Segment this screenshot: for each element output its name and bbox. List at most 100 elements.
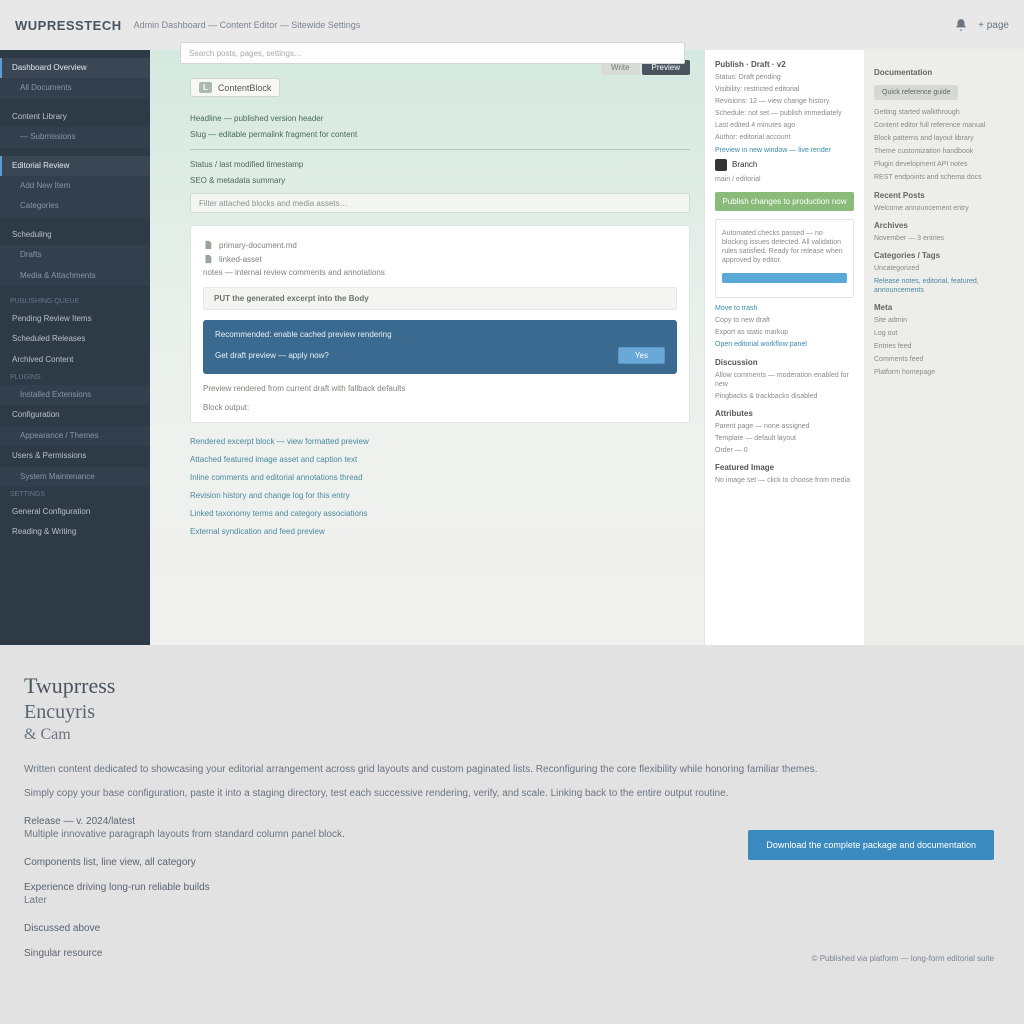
content-link[interactable]: Attached featured image asset and captio… <box>190 455 690 464</box>
right-line[interactable]: Welcome announcement entry <box>874 204 1014 213</box>
sidebar-item[interactable]: Add New Item <box>0 176 150 196</box>
right-line[interactable]: November — 3 entries <box>874 234 1014 243</box>
panel-line: Pingbacks & trackbacks disabled <box>715 392 854 401</box>
content-link[interactable]: Inline comments and editorial annotation… <box>190 473 690 482</box>
preview-note: Block output: <box>203 403 677 412</box>
hero-h2: Encuyris <box>24 701 1000 724</box>
panel-line: main / editorial <box>715 175 854 184</box>
sidebar-item[interactable]: Editorial Review <box>0 156 150 176</box>
right-line[interactable]: REST endpoints and schema docs <box>874 173 1014 182</box>
sidebar-item[interactable]: All Documents <box>0 78 150 98</box>
sidebar-item[interactable]: Reading & Writing <box>0 522 150 542</box>
panel-line: Revisions: 12 — view change history <box>715 97 854 106</box>
panel-link[interactable]: Open editorial workflow panel <box>715 340 854 349</box>
suggestion-line1: Recommended: enable cached preview rende… <box>215 330 665 339</box>
branch-icon <box>715 159 727 171</box>
sidebar-item[interactable]: Content Library <box>0 107 150 127</box>
card-row[interactable]: linked-asset <box>219 255 262 264</box>
preview-note: Preview rendered from current draft with… <box>203 384 677 393</box>
panel-link[interactable]: Move to trash <box>715 304 854 313</box>
field-line: SEO & metadata summary <box>190 176 690 185</box>
right-head: Meta <box>874 303 1014 312</box>
panel-line[interactable]: Copy to new draft <box>715 316 854 325</box>
breadcrumb: Admin Dashboard — Content Editor — Sitew… <box>134 20 955 30</box>
panel-line: Author: editorial account <box>715 133 854 142</box>
sidebar-item[interactable]: Pending Review Items <box>0 309 150 329</box>
card-row[interactable]: primary-document.md <box>219 241 297 250</box>
panel-line: Status: Draft pending <box>715 73 854 82</box>
title-text: ContentBlock <box>218 83 272 93</box>
panel-head: Featured Image <box>715 463 854 472</box>
filter-input[interactable]: Filter attached blocks and media assets… <box>190 193 690 213</box>
bell-icon[interactable] <box>954 18 968 32</box>
right-line[interactable]: Site admin <box>874 316 1014 325</box>
sidebar-item[interactable]: Appearance / Themes <box>0 426 150 446</box>
sidebar-item[interactable]: Installed Extensions <box>0 385 150 405</box>
sidebar-item[interactable]: Configuration <box>0 405 150 425</box>
download-cta-button[interactable]: Download the complete package and docume… <box>748 830 994 860</box>
right-line[interactable]: Entries feed <box>874 342 1014 351</box>
sidebar-item[interactable]: Drafts <box>0 245 150 265</box>
sidebar-item[interactable]: Media & Attachments <box>0 266 150 286</box>
panel-line: Parent page — none assigned <box>715 422 854 431</box>
right-line[interactable]: Comments feed <box>874 355 1014 364</box>
publish-button[interactable]: Publish changes to production now <box>715 192 854 211</box>
sidebar-item[interactable]: System Maintenance <box>0 467 150 487</box>
panel-line: Schedule: not set — publish immediately <box>715 109 854 118</box>
sidebar-group-label: Plugins <box>0 370 150 385</box>
panel-line[interactable]: Export as static markup <box>715 328 854 337</box>
right-line[interactable]: Plugin development API notes <box>874 160 1014 169</box>
title-badge-icon: L <box>199 82 212 93</box>
sidebar-item[interactable]: Dashboard Overview <box>0 58 150 78</box>
docs-column: Documentation Quick reference guide Gett… <box>864 50 1024 645</box>
marketing-section: Twuprress Encuyris & Cam Written content… <box>0 645 1024 969</box>
hero-h3: & Cam <box>24 726 1000 744</box>
publish-panel: Publish · Draft · v2 Status: Draft pendi… <box>704 50 864 645</box>
quickref-button[interactable]: Quick reference guide <box>874 85 958 100</box>
footer-note: © Published via platform — long-form edi… <box>812 954 994 963</box>
sidebar-item[interactable]: Scheduled Releases <box>0 329 150 349</box>
sidebar-item[interactable]: Archived Content <box>0 350 150 370</box>
section-label: Experience driving long-run reliable bui… <box>24 882 1000 893</box>
suggestion-line2: Get draft preview — apply now? <box>215 351 610 360</box>
field-line: Status / last modified timestamp <box>190 160 690 169</box>
right-head: Documentation <box>874 68 1014 77</box>
right-line[interactable]: Getting started walkthrough <box>874 108 1014 117</box>
right-line[interactable]: Log out <box>874 329 1014 338</box>
sidebar-item[interactable]: General Configuration <box>0 502 150 522</box>
right-line[interactable]: Theme customization handbook <box>874 147 1014 156</box>
right-line[interactable]: Block patterns and layout library <box>874 134 1014 143</box>
hero-para: Later <box>24 893 944 909</box>
sidebar-item[interactable]: Categories <box>0 196 150 216</box>
panel-line: Automated checks passed — no blocking is… <box>722 229 847 265</box>
apply-button[interactable]: Yes <box>618 347 665 364</box>
top-page-link[interactable]: + page <box>978 20 1009 31</box>
right-line[interactable]: Platform homepage <box>874 368 1014 377</box>
search-placeholder: Search posts, pages, settings… <box>189 49 302 58</box>
right-line[interactable]: Content editor full reference manual <box>874 121 1014 130</box>
right-line[interactable]: Release notes, editorial, featured, anno… <box>874 277 1014 295</box>
sidebar-item[interactable]: — Submissions <box>0 127 150 147</box>
hero-h1: Twuprress <box>24 673 1000 699</box>
content-link[interactable]: Rendered excerpt block — view formatted … <box>190 437 690 446</box>
panel-line: Order — 0 <box>715 446 854 455</box>
sidebar-item[interactable]: Users & Permissions <box>0 446 150 466</box>
logo: WUPRESSTECH <box>15 18 122 33</box>
hero-para: Written content dedicated to showcasing … <box>24 762 944 778</box>
action-button[interactable] <box>722 273 847 283</box>
title-badge: L ContentBlock <box>190 78 280 97</box>
card-row: notes — internal review comments and ann… <box>203 268 385 277</box>
content-link[interactable]: Revision history and change log for this… <box>190 491 690 500</box>
hero-para: Simply copy your base configuration, pas… <box>24 786 944 802</box>
content-link[interactable]: External syndication and feed preview <box>190 527 690 536</box>
panel-line[interactable]: No image set — click to choose from medi… <box>715 476 854 485</box>
search-input[interactable]: Search posts, pages, settings… <box>180 42 685 64</box>
panel-line: Template — default layout <box>715 434 854 443</box>
preview-link[interactable]: Preview in new window — live render <box>715 146 854 155</box>
excerpt-strip: PUT the generated excerpt into the Body <box>203 287 677 310</box>
right-line[interactable]: Uncategorized <box>874 264 1014 273</box>
content-link[interactable]: Linked taxonomy terms and category assoc… <box>190 509 690 518</box>
sidebar-group-label: Publishing Queue <box>0 294 150 309</box>
sidebar-item[interactable]: Scheduling <box>0 225 150 245</box>
field-line: Slug — editable permalink fragment for c… <box>190 130 690 139</box>
